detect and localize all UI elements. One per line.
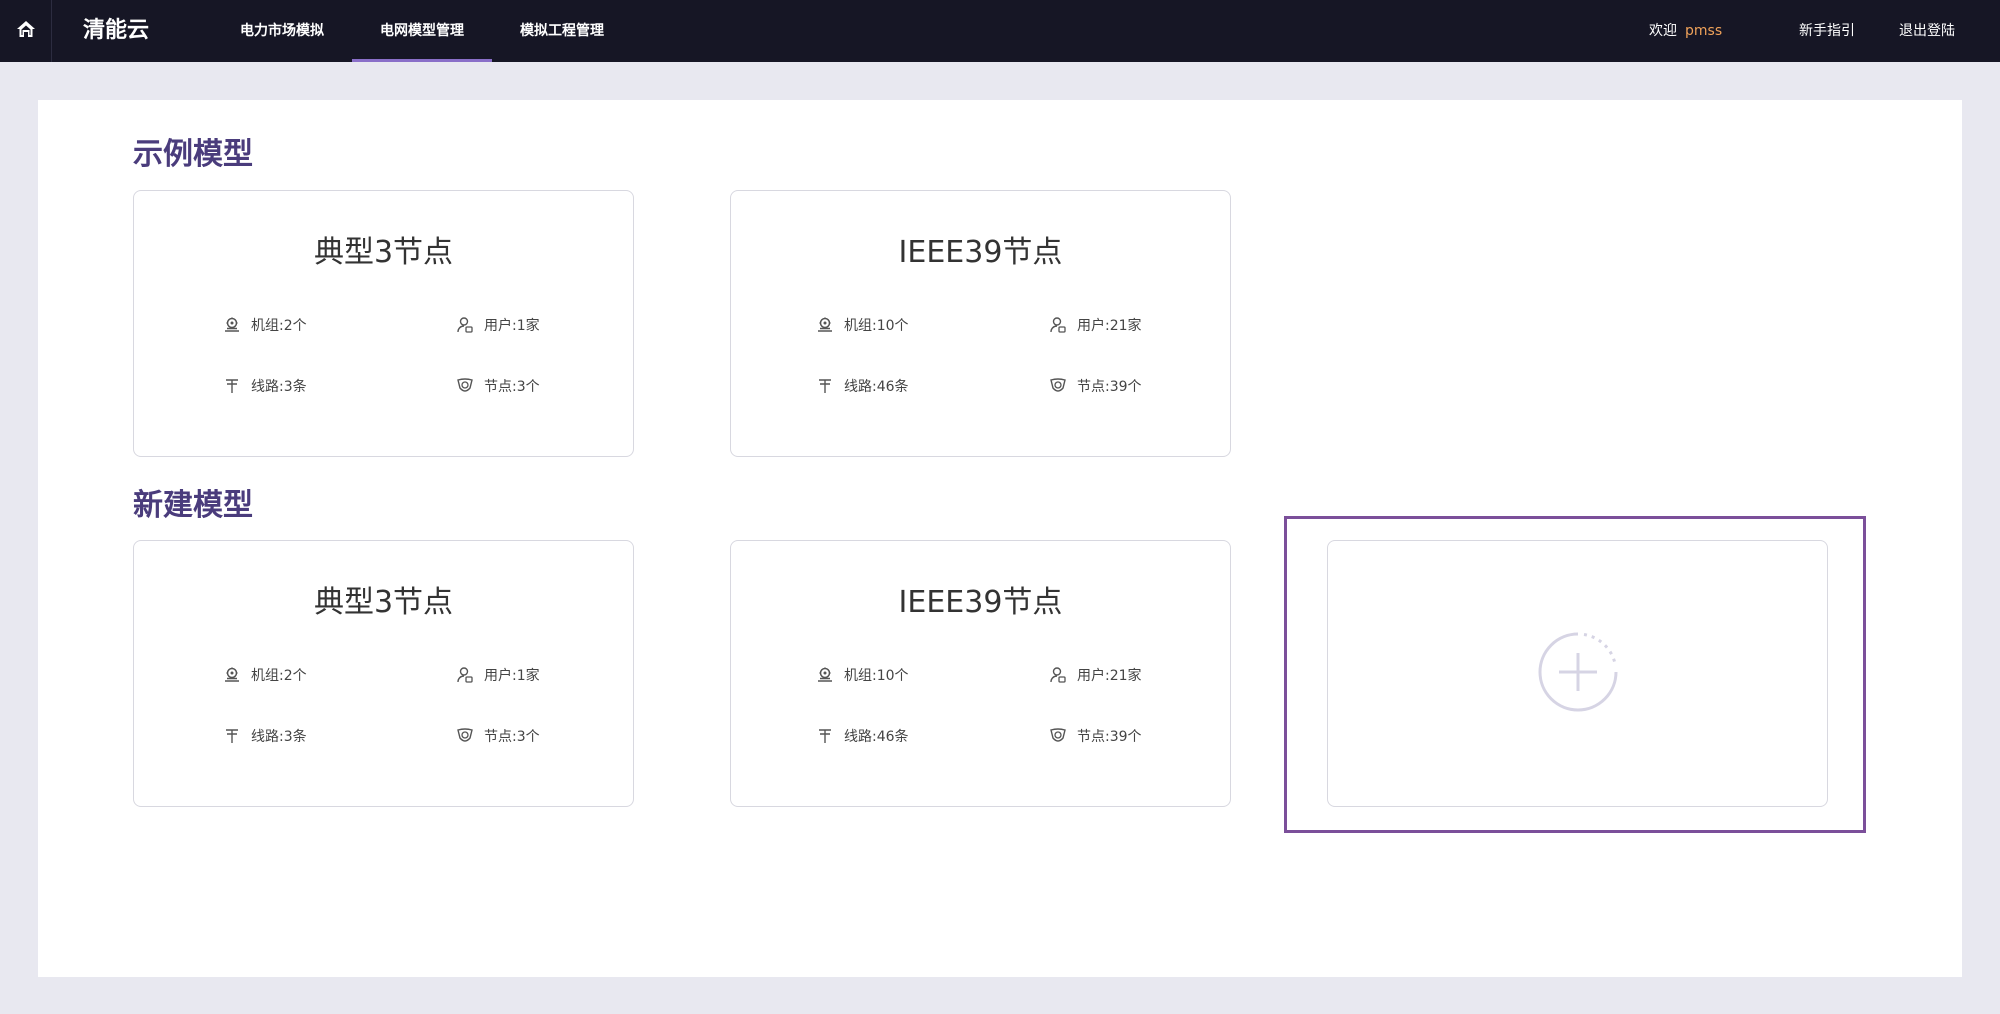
stat-nodes: 节点:3个 — [456, 726, 540, 746]
stat-users-text: 用户:21家 — [1077, 318, 1142, 334]
node-icon — [1049, 377, 1067, 395]
home-button[interactable] — [0, 0, 52, 62]
stat-users: 用户:1家 — [456, 315, 540, 335]
stat-lines: 线路:3条 — [223, 376, 307, 396]
top-navigation-bar: 清能云 电力市场模拟 电网模型管理 模拟工程管理 欢迎 pmss 新手指引 退出登… — [0, 0, 2000, 62]
logout-link[interactable]: 退出登陆 — [1899, 0, 1955, 62]
generator-icon — [223, 666, 241, 684]
example-model-card-ieee39[interactable]: IEEE39节点 机组:10个 用户:21家 线路:46条 节点:39个 — [730, 190, 1231, 457]
stat-lines-text: 线路:3条 — [251, 729, 307, 745]
welcome-label: 欢迎 — [1649, 23, 1677, 39]
stat-units: 机组:2个 — [223, 665, 307, 685]
stat-nodes: 节点:3个 — [456, 376, 540, 396]
stat-nodes: 节点:39个 — [1049, 376, 1142, 396]
stat-units: 机组:10个 — [816, 665, 909, 685]
stat-users: 用户:1家 — [456, 665, 540, 685]
add-new-model-card[interactable] — [1327, 540, 1828, 807]
stat-units-text: 机组:2个 — [251, 668, 307, 684]
node-icon — [1049, 727, 1067, 745]
stat-nodes-text: 节点:3个 — [484, 729, 540, 745]
stat-lines-text: 线路:46条 — [844, 379, 909, 395]
card-title: 典型3节点 — [313, 585, 454, 620]
generator-icon — [816, 316, 834, 334]
generator-icon — [223, 316, 241, 334]
stat-users-text: 用户:1家 — [484, 668, 540, 684]
new-model-card-3-node[interactable]: 典型3节点 机组:2个 用户:1家 线路:3条 节点:3个 — [133, 540, 634, 807]
card-title: 典型3节点 — [313, 235, 454, 270]
stat-nodes-text: 节点:39个 — [1077, 379, 1142, 395]
stat-units: 机组:10个 — [816, 315, 909, 335]
stat-nodes-text: 节点:3个 — [484, 379, 540, 395]
stat-lines-text: 线路:3条 — [251, 379, 307, 395]
section-title-example-models: 示例模型 — [133, 137, 253, 172]
tab-simulation-project-management[interactable]: 模拟工程管理 — [498, 0, 626, 62]
stat-lines-text: 线路:46条 — [844, 729, 909, 745]
user-icon — [456, 666, 474, 684]
power-line-icon — [816, 727, 834, 745]
stat-lines: 线路:3条 — [223, 726, 307, 746]
stat-users: 用户:21家 — [1049, 315, 1142, 335]
home-icon — [15, 19, 37, 43]
node-icon — [456, 377, 474, 395]
stat-units: 机组:2个 — [223, 315, 307, 335]
generator-icon — [816, 666, 834, 684]
stat-users-text: 用户:1家 — [484, 318, 540, 334]
stat-nodes: 节点:39个 — [1049, 726, 1142, 746]
power-line-icon — [223, 377, 241, 395]
stat-units-text: 机组:10个 — [844, 668, 909, 684]
user-icon — [1049, 666, 1067, 684]
stat-users-text: 用户:21家 — [1077, 668, 1142, 684]
stat-lines: 线路:46条 — [816, 376, 909, 396]
welcome-text: 欢迎 pmss — [1649, 0, 1722, 62]
user-icon — [1049, 316, 1067, 334]
username: pmss — [1685, 23, 1723, 39]
example-model-card-3-node[interactable]: 典型3节点 机组:2个 用户:1家 线路:3条 节点:3个 — [133, 190, 634, 457]
stat-lines: 线路:46条 — [816, 726, 909, 746]
section-title-new-models: 新建模型 — [133, 488, 253, 523]
tab-power-market-simulation[interactable]: 电力市场模拟 — [218, 0, 346, 62]
card-title: IEEE39节点 — [898, 585, 1063, 620]
new-model-card-ieee39[interactable]: IEEE39节点 机组:10个 用户:21家 线路:46条 节点:39个 — [730, 540, 1231, 807]
stat-units-text: 机组:10个 — [844, 318, 909, 334]
node-icon — [456, 727, 474, 745]
tab-grid-model-management[interactable]: 电网模型管理 — [352, 0, 492, 62]
power-line-icon — [223, 727, 241, 745]
stat-users: 用户:21家 — [1049, 665, 1142, 685]
card-title: IEEE39节点 — [898, 235, 1063, 270]
user-icon — [456, 316, 474, 334]
stat-nodes-text: 节点:39个 — [1077, 729, 1142, 745]
add-circle-icon[interactable] — [1537, 631, 1619, 717]
beginner-guide-link[interactable]: 新手指引 — [1799, 0, 1855, 62]
brand-logo-text: 清能云 — [83, 18, 150, 43]
main-panel: 示例模型 典型3节点 机组:2个 用户:1家 线路:3条 节点:3个 IEEE3… — [38, 100, 1962, 977]
power-line-icon — [816, 377, 834, 395]
stat-units-text: 机组:2个 — [251, 318, 307, 334]
